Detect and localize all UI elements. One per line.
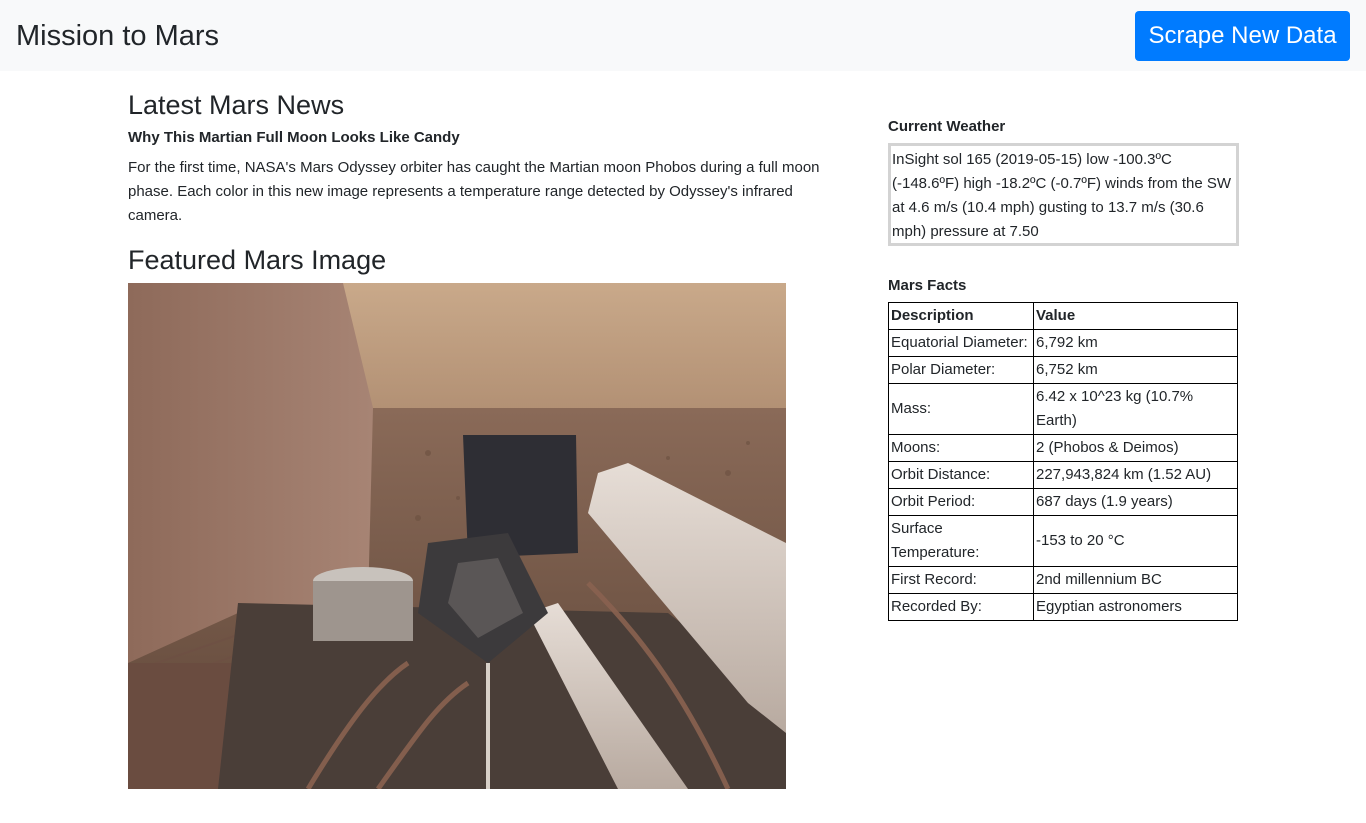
fact-value: 2 (Phobos & Deimos) [1033,434,1238,462]
news-paragraph: For the first time, NASA's Mars Odyssey … [128,159,820,224]
facts-header-row: Description Value [888,302,1238,330]
fact-value: 687 days (1.9 years) [1033,488,1238,516]
brand-link[interactable]: Mission to Mars [16,17,219,55]
table-row: Moons: 2 (Phobos & Deimos) [888,434,1238,462]
fact-description: Moons: [888,434,1034,462]
scrape-new-data-button[interactable]: Scrape New Data [1135,11,1350,61]
column-header-description: Description [888,302,1034,330]
fact-description: Orbit Period: [888,488,1034,516]
navbar: Mission to Mars Scrape New Data [0,0,1366,71]
fact-value: Egyptian astronomers [1033,593,1238,621]
fact-description: First Record: [888,566,1034,594]
weather-heading: Current Weather [888,118,1006,135]
fact-description: Surface Temperature: [888,515,1034,567]
table-row: Equatorial Diameter: 6,792 km [888,329,1238,357]
fact-description: Polar Diameter: [888,356,1034,384]
fact-value: 6.42 x 10^23 kg (10.7% Earth) [1033,383,1238,435]
weather-text: InSight sol 165 (2019-05-15) low -100.3º… [888,143,1239,246]
news-section: Latest Mars News Why This Martian Full M… [128,88,838,228]
news-heading: Latest Mars News [128,90,345,120]
fact-description: Equatorial Diameter: [888,329,1034,357]
table-row: First Record: 2nd millennium BC [888,566,1238,594]
featured-mars-image [128,283,786,789]
news-title: Why This Martian Full Moon Looks Like Ca… [128,129,460,146]
table-row: Polar Diameter: 6,752 km [888,356,1238,384]
table-row: Mass: 6.42 x 10^23 kg (10.7% Earth) [888,383,1238,435]
facts-heading: Mars Facts [888,277,967,294]
fact-value: 227,943,824 km (1.52 AU) [1033,461,1238,489]
fact-description: Recorded By: [888,593,1034,621]
column-header-value: Value [1033,302,1238,330]
table-row: Recorded By: Egyptian astronomers [888,593,1238,621]
mars-facts-table: Description Value Equatorial Diameter: 6… [888,302,1238,621]
table-row: Surface Temperature: -153 to 20 °C [888,515,1238,567]
fact-description: Mass: [888,383,1034,435]
fact-description: Orbit Distance: [888,461,1034,489]
fact-value: -153 to 20 °C [1033,515,1238,567]
featured-image-heading: Featured Mars Image [128,245,387,275]
fact-value: 2nd millennium BC [1033,566,1238,594]
fact-value: 6,792 km [1033,329,1238,357]
table-row: Orbit Period: 687 days (1.9 years) [888,488,1238,516]
fact-value: 6,752 km [1033,356,1238,384]
table-row: Orbit Distance: 227,943,824 km (1.52 AU) [888,461,1238,489]
